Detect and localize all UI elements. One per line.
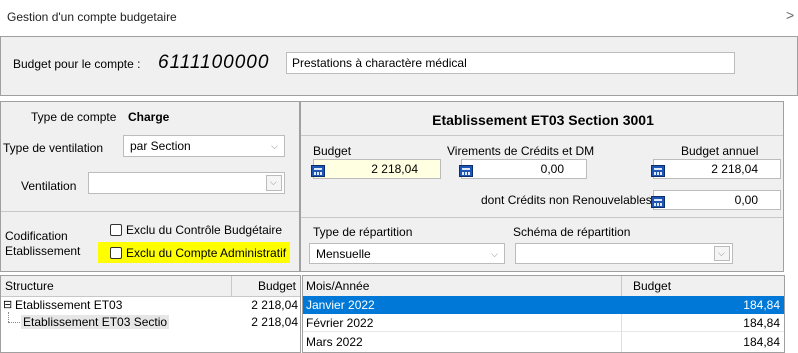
dont-credits-label: dont Crédits non Renouvelables bbox=[481, 193, 652, 207]
table-row[interactable]: Février 2022 184,84 bbox=[303, 314, 784, 332]
type-compte-value: Charge bbox=[128, 110, 170, 124]
exclu-controle-label: Exclu du Contrôle Budgétaire bbox=[126, 223, 283, 237]
ventilation-label: Ventilation bbox=[21, 179, 77, 193]
column-header-budget[interactable]: Budget bbox=[633, 279, 671, 293]
schema-dropdown-button[interactable]: ⌵ bbox=[714, 246, 730, 261]
table-row[interactable]: ⊟ Etablissement ET03 2 218,04 bbox=[1, 297, 300, 314]
budget-field[interactable]: 2 218,04 bbox=[311, 159, 441, 179]
chevron-down-icon: ⌵ bbox=[271, 141, 278, 151]
structure-budget: 2 218,04 bbox=[251, 315, 298, 329]
type-repartition-label: Type de répartition bbox=[313, 225, 413, 239]
virements-value: 0,00 bbox=[540, 162, 564, 176]
table-row[interactable]: Mars 2022 184,84 bbox=[303, 333, 784, 351]
months-table-header: Mois/Année Budget bbox=[303, 276, 784, 297]
schema-repartition-select[interactable]: ⌵ bbox=[515, 243, 733, 264]
budget-value: 2 218,04 bbox=[371, 162, 418, 176]
type-repartition-value: Mensuelle bbox=[316, 247, 371, 261]
column-divider bbox=[621, 276, 622, 296]
codification-divider bbox=[1, 211, 299, 212]
left-panel: Type de compte Charge Type de ventilatio… bbox=[0, 101, 300, 272]
table-row-selected[interactable]: Janvier 2022 184,84 bbox=[303, 296, 784, 314]
chevron-down-icon: ⌵ bbox=[491, 249, 498, 259]
dont-credits-field[interactable]: 0,00 bbox=[651, 190, 781, 210]
column-header-mois[interactable]: Mois/Année bbox=[306, 279, 369, 293]
type-ventilation-select[interactable]: par Section ⌵ bbox=[123, 135, 285, 157]
month-cell: Février 2022 bbox=[306, 316, 374, 330]
months-table: Mois/Année Budget Janvier 2022 184,84 Fé… bbox=[302, 275, 785, 353]
calculator-icon[interactable] bbox=[651, 164, 665, 177]
structure-name: Etablissement ET03 Sectio bbox=[21, 315, 170, 329]
ventilation-dropdown-button[interactable]: ⌵ bbox=[266, 175, 282, 191]
schema-repartition-label: Schéma de répartition bbox=[513, 225, 631, 239]
budget-annuel-label: Budget annuel bbox=[681, 144, 759, 158]
table-row[interactable]: Etablissement ET03 Sectio 2 218,04 bbox=[1, 314, 300, 331]
structure-table: Structure Budget ⊟ Etablissement ET03 2 … bbox=[0, 275, 301, 353]
exclu-controle-checkbox[interactable] bbox=[110, 224, 122, 236]
account-name-value: Prestations à charactère médical bbox=[292, 56, 467, 70]
ventilation-select[interactable]: ⌵ bbox=[88, 172, 285, 194]
close-icon[interactable]: > bbox=[786, 7, 794, 23]
account-name-field[interactable]: Prestations à charactère médical bbox=[286, 52, 735, 74]
virements-field[interactable]: 0,00 bbox=[459, 159, 587, 179]
budget-cell: 184,84 bbox=[743, 298, 780, 312]
budget-annuel-value: 2 218,04 bbox=[711, 162, 758, 176]
month-cell: Mars 2022 bbox=[306, 335, 363, 349]
window-titlebar: Gestion d'un compte budgetaire > bbox=[0, 0, 798, 36]
right-panel: Etablissement ET03 Section 3001 Budget 2… bbox=[300, 101, 784, 272]
type-repartition-select[interactable]: Mensuelle ⌵ bbox=[309, 243, 505, 264]
column-header-budget[interactable]: Budget bbox=[258, 279, 296, 293]
budget-annuel-field[interactable]: 2 218,04 bbox=[651, 159, 781, 179]
structure-budget: 2 218,04 bbox=[251, 298, 298, 312]
structure-table-header: Structure Budget bbox=[1, 276, 300, 297]
right-title-divider bbox=[301, 135, 783, 136]
header-panel: Budget pour le compte : 6111100000 Prest… bbox=[0, 36, 798, 96]
account-label: Budget pour le compte : bbox=[13, 57, 141, 71]
dont-credits-value: 0,00 bbox=[734, 193, 758, 207]
window-title: Gestion d'un compte budgetaire bbox=[7, 10, 177, 24]
column-divider bbox=[621, 314, 622, 352]
tree-collapse-icon[interactable]: ⊟ bbox=[3, 298, 12, 311]
codification-label: Codification bbox=[5, 229, 68, 243]
exclu-compte-admin-label: Exclu du Compte Administratif bbox=[126, 246, 287, 260]
type-ventilation-label: Type de ventilation bbox=[3, 141, 104, 155]
chevron-down-icon: ⌵ bbox=[270, 177, 277, 187]
calculator-icon[interactable] bbox=[459, 164, 473, 177]
account-number: 6111100000 bbox=[158, 52, 270, 73]
budget-cell: 184,84 bbox=[743, 335, 780, 349]
exclu-compte-admin-checkbox[interactable] bbox=[110, 247, 122, 259]
right-panel-title: Etablissement ET03 Section 3001 bbox=[432, 112, 654, 128]
month-cell: Janvier 2022 bbox=[306, 298, 375, 312]
type-compte-label: Type de compte bbox=[31, 110, 117, 124]
etablissement-label: Etablissement bbox=[5, 244, 81, 258]
chevron-down-icon: ⌵ bbox=[718, 248, 725, 258]
budget-cell: 184,84 bbox=[743, 316, 780, 330]
column-header-structure[interactable]: Structure bbox=[5, 279, 54, 293]
repartition-divider bbox=[301, 217, 783, 218]
structure-name: Etablissement ET03 bbox=[15, 298, 123, 312]
column-divider bbox=[231, 276, 232, 296]
calculator-icon[interactable] bbox=[311, 164, 325, 177]
type-ventilation-value: par Section bbox=[130, 139, 191, 153]
budget-label: Budget bbox=[313, 144, 352, 158]
virements-label: Virements de Crédits et DM bbox=[447, 144, 595, 158]
calculator-icon[interactable] bbox=[651, 195, 665, 208]
